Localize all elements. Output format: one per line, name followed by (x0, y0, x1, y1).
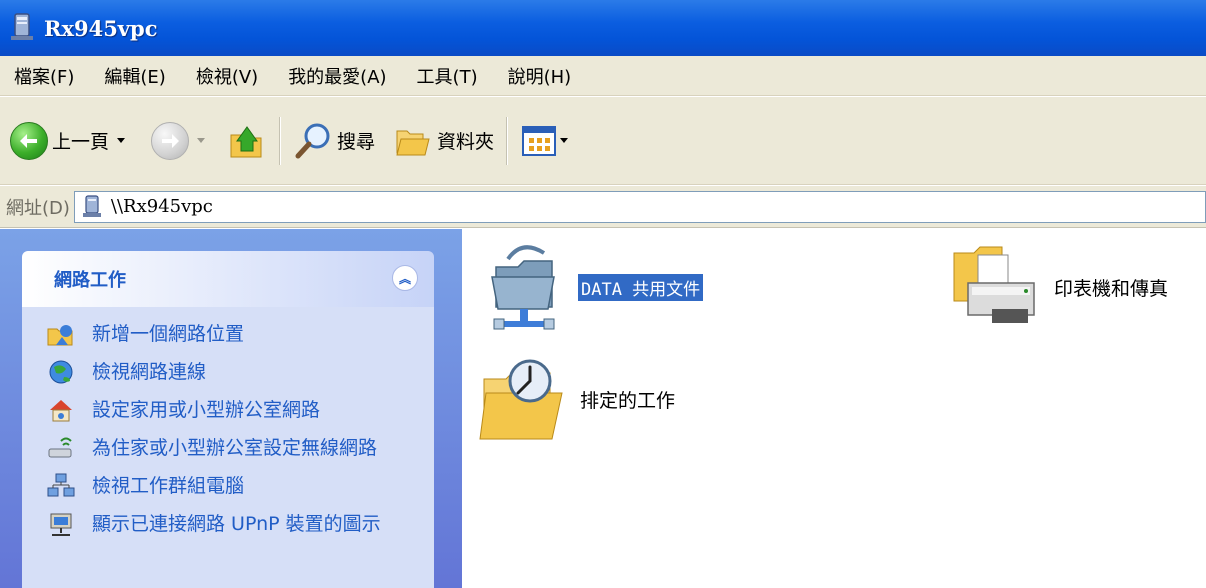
scheduled-tasks[interactable]: 排定的工作 (478, 353, 675, 445)
network-tasks-panel: 網路工作 ︽ 新增一個網路位置 檢視網路連線 設定家用或小型辦公室網路 為住家或… (22, 251, 434, 588)
scheduled-label: 排定的工作 (580, 389, 676, 412)
up-folder-button[interactable] (227, 117, 267, 165)
network-tasks-header[interactable]: 網路工作 ︽ (22, 251, 434, 307)
address-input[interactable]: \\Rx945vpc (73, 190, 1206, 223)
search-icon (295, 123, 330, 158)
toolbar: 上一頁 搜尋 資料夾 (0, 97, 1206, 185)
menu-favorites[interactable]: 我的最愛(A) (288, 63, 386, 89)
wireless-icon (48, 437, 72, 458)
views-dropdown-icon[interactable] (560, 138, 569, 143)
toolbar-separator (506, 116, 509, 165)
forward-button[interactable] (151, 117, 206, 165)
computer-icon (82, 194, 101, 217)
menu-tools[interactable]: 工具(T) (417, 63, 478, 89)
task-pane: 網路工作 ︽ 新增一個網路位置 檢視網路連線 設定家用或小型辦公室網路 為住家或… (0, 229, 462, 588)
scheduled-tasks-icon (479, 359, 563, 440)
toolbar-separator (279, 116, 282, 165)
forward-arrow-icon (151, 121, 190, 160)
address-label: 網址(D) (6, 197, 70, 219)
menu-edit[interactable]: 編輯(E) (104, 63, 165, 89)
window-title: Rx945vpc (44, 15, 158, 41)
task-view-workgroup-computers[interactable]: 檢視工作群組電腦 (46, 471, 434, 501)
address-value: \\Rx945vpc (110, 196, 213, 217)
back-label: 上一頁 (52, 131, 110, 153)
folder-content: DATA 共用文件 印表機和傳真 排定的工作 (462, 229, 1206, 588)
task-show-upnp-devices[interactable]: 顯示已連接網路 UPnP 裝置的圖示 (46, 509, 434, 539)
network-globe-icon (49, 360, 73, 384)
views-icon (522, 125, 557, 156)
task-setup-wireless-network[interactable]: 為住家或小型辦公室設定無線網路 (46, 433, 434, 463)
search-button[interactable]: 搜尋 (293, 117, 375, 165)
task-label: 檢視工作群組電腦 (92, 475, 245, 497)
task-label: 檢視網路連線 (92, 361, 207, 383)
up-folder-icon (230, 125, 262, 157)
menu-bar: 檔案(F) 編輯(E) 檢視(V) 我的最愛(A) 工具(T) 說明(H) (0, 56, 1206, 96)
printer-folder-icon (953, 246, 1035, 323)
address-bar: 網址(D) \\Rx945vpc (0, 186, 1206, 228)
forward-dropdown-icon[interactable] (197, 138, 206, 143)
shared-folder-icon (491, 245, 555, 330)
task-view-network-connections[interactable]: 檢視網路連線 (46, 357, 434, 387)
menu-view[interactable]: 檢視(V) (196, 63, 258, 89)
search-label: 搜尋 (337, 131, 376, 153)
task-label: 設定家用或小型辦公室網路 (92, 399, 321, 421)
menu-file[interactable]: 檔案(F) (14, 63, 74, 89)
folders-label: 資料夾 (437, 131, 495, 153)
printers-and-faxes[interactable]: 印表機和傳真 (948, 239, 1168, 335)
share-label: DATA 共用文件 (578, 273, 704, 301)
home-network-icon (50, 400, 72, 422)
workgroup-computers-icon (47, 473, 75, 497)
folders-icon (396, 130, 430, 155)
back-button[interactable]: 上一頁 (10, 117, 126, 165)
task-label: 顯示已連接網路 UPnP 裝置的圖示 (92, 513, 381, 535)
task-label: 新增一個網路位置 (92, 323, 245, 345)
add-network-place-icon (47, 325, 73, 346)
title-bar[interactable]: Rx945vpc (0, 0, 1206, 56)
collapse-chevron-icon[interactable]: ︽ (392, 265, 418, 291)
menu-help[interactable]: 說明(H) (508, 63, 572, 89)
back-arrow-icon (10, 121, 48, 160)
task-setup-home-network[interactable]: 設定家用或小型辦公室網路 (46, 395, 434, 425)
share-data[interactable]: DATA 共用文件 (484, 237, 704, 337)
folders-button[interactable]: 資料夾 (393, 117, 494, 165)
views-button[interactable] (520, 117, 569, 165)
computer-icon (8, 12, 36, 44)
network-tasks-title: 網路工作 (54, 270, 126, 291)
upnp-device-icon (50, 513, 72, 536)
task-label: 為住家或小型辦公室設定無線網路 (92, 437, 378, 459)
back-dropdown-icon[interactable] (117, 138, 126, 143)
printers-label: 印表機和傳真 (1054, 277, 1169, 300)
task-add-network-place[interactable]: 新增一個網路位置 (46, 319, 434, 349)
network-tasks-list: 新增一個網路位置 檢視網路連線 設定家用或小型辦公室網路 為住家或小型辦公室設定… (22, 307, 434, 588)
